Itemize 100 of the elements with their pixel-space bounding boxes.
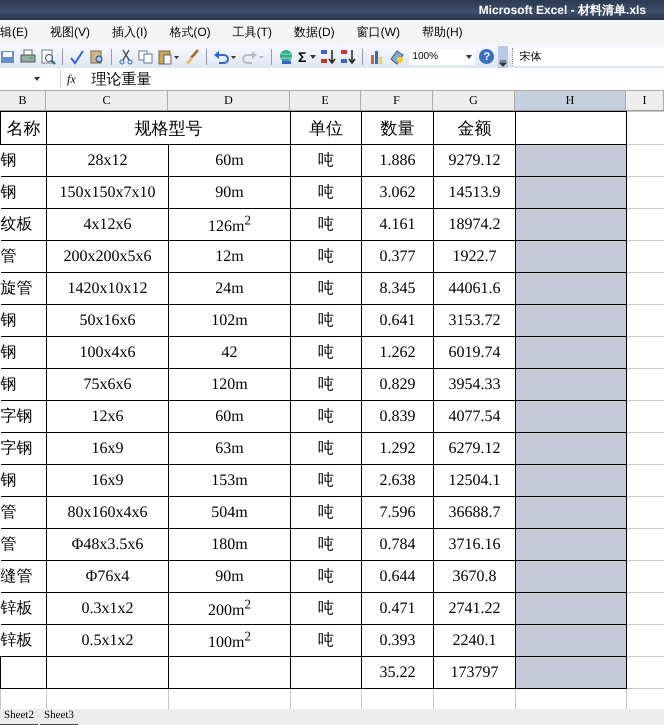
undo-icon[interactable] bbox=[213, 48, 237, 64]
table-cell[interactable] bbox=[516, 400, 626, 432]
table-cell: 0.471 bbox=[362, 592, 434, 624]
column-header[interactable]: B bbox=[0, 91, 46, 110]
zoom-dropdown[interactable]: 100% bbox=[409, 48, 476, 64]
menu-item[interactable]: 工具(T) bbox=[232, 24, 272, 41]
column-header[interactable]: F bbox=[361, 91, 433, 110]
cut-icon[interactable] bbox=[118, 48, 134, 64]
table-cell[interactable] bbox=[516, 496, 626, 528]
globe-icon[interactable] bbox=[278, 48, 294, 64]
table-cell: 数量 bbox=[362, 112, 434, 144]
dropdown-arrow-icon[interactable] bbox=[310, 54, 316, 58]
table-cell[interactable] bbox=[516, 592, 626, 624]
table-cell: 3.062 bbox=[362, 176, 434, 208]
drawing-icon[interactable] bbox=[389, 48, 406, 64]
table-cell: 126m$^{2}$ bbox=[168, 208, 290, 240]
table-cell: 153m bbox=[168, 464, 290, 496]
table-cell: 102m bbox=[168, 304, 290, 336]
table-cell[interactable] bbox=[516, 624, 626, 656]
table-cell[interactable] bbox=[516, 272, 626, 304]
menu-item[interactable]: 插入(I) bbox=[112, 24, 148, 41]
table-cell: 管 bbox=[0, 528, 46, 560]
menu-item[interactable]: 格式(O) bbox=[169, 24, 211, 41]
column-header[interactable]: C bbox=[46, 91, 168, 110]
table-cell: 吨 bbox=[290, 144, 362, 176]
table-cell: 钢 bbox=[0, 464, 46, 496]
font-dropdown[interactable]: 宋体 bbox=[512, 48, 664, 66]
table-cell: Φ76x4 bbox=[46, 560, 168, 592]
toolbar-options-icon[interactable] bbox=[498, 46, 508, 68]
table-cell[interactable] bbox=[516, 304, 626, 336]
window-title: Microsoft Excel - 材料清单.xls bbox=[478, 2, 646, 18]
table-cell: 12x6 bbox=[46, 400, 168, 432]
table-cell: 钢 bbox=[0, 304, 46, 336]
table-cell: 吨 bbox=[290, 208, 362, 240]
table-cell[interactable] bbox=[516, 432, 626, 464]
table-cell[interactable] bbox=[516, 528, 626, 560]
table-cell[interactable] bbox=[516, 656, 626, 688]
research-icon[interactable] bbox=[89, 48, 105, 64]
table-cell: 管 bbox=[0, 496, 46, 528]
table-cell: 42 bbox=[168, 336, 290, 368]
table-cell: 120m bbox=[168, 368, 290, 400]
table-cell[interactable] bbox=[516, 464, 626, 496]
table-cell: 吨 bbox=[290, 272, 362, 304]
help-button[interactable]: ? bbox=[479, 49, 494, 64]
table-cell: 2.638 bbox=[362, 464, 434, 496]
brush-icon[interactable] bbox=[184, 48, 200, 64]
table-cell[interactable] bbox=[516, 176, 626, 208]
table-cell: 吨 bbox=[290, 336, 362, 368]
table-cell: 字钢 bbox=[0, 400, 46, 432]
table-cell: 504m bbox=[168, 496, 290, 528]
table-cell: 1.292 bbox=[362, 432, 434, 464]
menu-item[interactable]: 辑(E) bbox=[0, 24, 28, 41]
column-header[interactable]: D bbox=[168, 91, 290, 110]
spelling-check-icon[interactable] bbox=[69, 48, 85, 64]
table-cell: 200x200x5x6 bbox=[46, 240, 168, 272]
column-header[interactable]: H bbox=[515, 91, 626, 110]
table-cell: 90m bbox=[168, 560, 290, 592]
menu-item[interactable]: 帮助(H) bbox=[422, 24, 463, 41]
table-cell[interactable] bbox=[516, 240, 626, 272]
autosum-button[interactable]: Σ bbox=[298, 48, 306, 64]
menu-item[interactable]: 数据(D) bbox=[294, 24, 335, 41]
table-cell: 0.393 bbox=[362, 624, 434, 656]
table-cell[interactable] bbox=[516, 336, 626, 368]
table-cell[interactable] bbox=[516, 368, 626, 400]
table-cell: 12m bbox=[168, 240, 290, 272]
sheet-tab[interactable]: Sheet3 bbox=[40, 709, 78, 725]
table-cell: 4.161 bbox=[362, 208, 434, 240]
menu-item[interactable]: 视图(V) bbox=[50, 24, 90, 41]
table-cell: 钢 bbox=[0, 368, 46, 400]
table-cell: 0.5x1x2 bbox=[46, 624, 168, 656]
table-cell: 100x4x6 bbox=[46, 336, 168, 368]
function-button[interactable]: fx bbox=[67, 72, 76, 86]
table-cell: 钢 bbox=[0, 336, 46, 368]
table-cell: 90m bbox=[168, 176, 290, 208]
column-header[interactable]: I bbox=[626, 91, 664, 110]
print-icon[interactable] bbox=[20, 48, 36, 64]
table-cell: 吨 bbox=[290, 528, 362, 560]
table-cell: 吨 bbox=[290, 304, 362, 336]
paste-icon[interactable] bbox=[158, 48, 180, 64]
sort-ascending-icon[interactable] bbox=[320, 48, 336, 64]
copy-icon[interactable] bbox=[138, 48, 154, 64]
table-cell[interactable] bbox=[516, 144, 626, 176]
caret-icon bbox=[466, 54, 472, 58]
table-cell: 名称 bbox=[0, 112, 46, 144]
sheet-tab[interactable]: Sheet2 bbox=[0, 709, 38, 725]
table-cell[interactable] bbox=[516, 112, 626, 144]
table-cell: 规格型号 bbox=[46, 112, 290, 144]
save-icon[interactable] bbox=[0, 48, 16, 64]
formula-field[interactable]: 理论重量 bbox=[92, 70, 152, 88]
table-cell[interactable] bbox=[516, 560, 626, 592]
table-cell: 1.886 bbox=[362, 144, 434, 176]
table-cell: 吨 bbox=[290, 368, 362, 400]
menu-item[interactable]: 窗口(W) bbox=[356, 24, 400, 41]
table-cell: 吨 bbox=[290, 400, 362, 432]
sort-descending-icon[interactable] bbox=[340, 48, 356, 64]
print-preview-icon[interactable] bbox=[40, 48, 56, 64]
table-cell: 0.3x1x2 bbox=[46, 592, 168, 624]
column-header[interactable]: E bbox=[290, 91, 361, 110]
table-cell: 吨 bbox=[290, 240, 362, 272]
table-cell[interactable] bbox=[516, 208, 626, 240]
